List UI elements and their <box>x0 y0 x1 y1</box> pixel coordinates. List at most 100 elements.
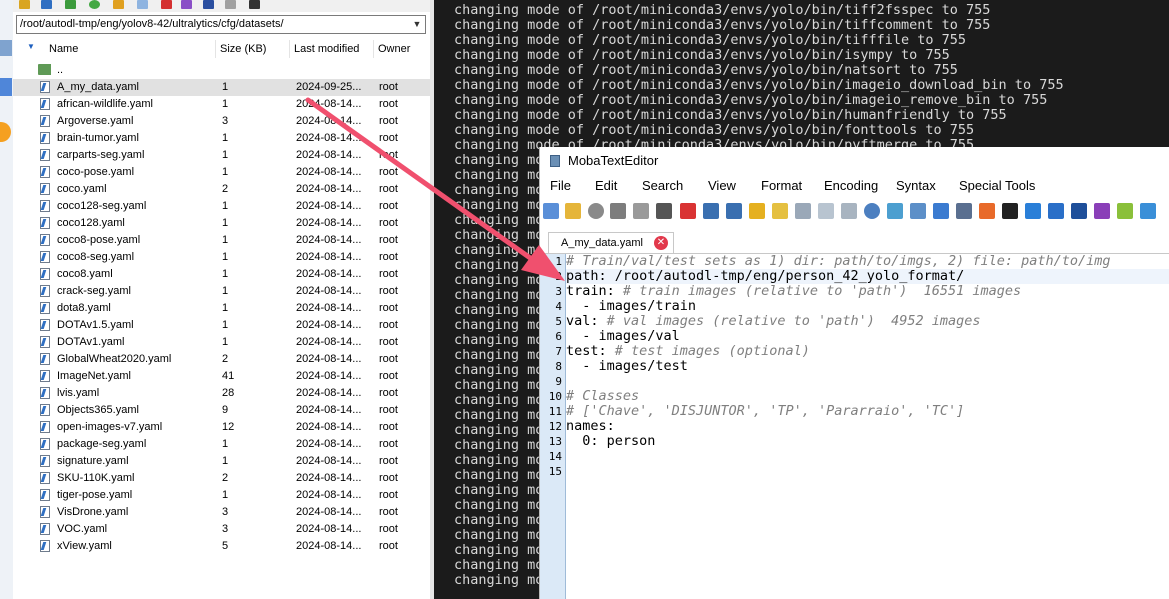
tab-a-my-data[interactable]: A_my_data.yaml ✕ <box>548 232 674 253</box>
indent-icon[interactable] <box>726 203 742 219</box>
terminal-icon[interactable] <box>249 0 260 9</box>
yaml-file-icon <box>40 421 53 434</box>
file-row[interactable]: coco8-pose.yaml 1 2024-08-14... root <box>13 232 430 249</box>
file-row[interactable]: VisDrone.yaml 3 2024-08-14... root <box>13 504 430 521</box>
save-all-icon[interactable] <box>633 203 649 219</box>
gear-icon[interactable] <box>1140 203 1156 219</box>
file-row[interactable]: open-images-v7.yaml 12 2024-08-14... root <box>13 419 430 436</box>
bookmark-icon[interactable] <box>749 203 765 219</box>
new-file-icon[interactable] <box>543 203 559 219</box>
word-wrap-icon[interactable] <box>1048 203 1064 219</box>
column-name[interactable]: Name <box>45 40 216 58</box>
rename-icon[interactable] <box>181 0 192 9</box>
editor-title-bar[interactable]: MobaTextEditor <box>540 147 1169 175</box>
file-row[interactable]: ImageNet.yaml 41 2024-08-14... root <box>13 368 430 385</box>
new-folder-icon[interactable] <box>113 0 124 9</box>
menu-syntax[interactable]: Syntax <box>896 175 936 197</box>
compare-icon[interactable] <box>933 203 949 219</box>
settings-icon[interactable] <box>225 0 236 9</box>
print-icon[interactable] <box>656 203 672 219</box>
file-row[interactable]: xView.yaml 5 2024-08-14... root <box>13 538 430 555</box>
parent-folder-row[interactable]: .. <box>13 62 430 79</box>
terminal-line: changing mode of /root/miniconda3/envs/y… <box>454 2 991 18</box>
menu-file[interactable]: File <box>550 175 571 197</box>
menu-encoding[interactable]: Encoding <box>824 175 878 197</box>
close-icon[interactable]: ✕ <box>654 236 668 250</box>
refresh-icon[interactable] <box>89 0 100 9</box>
menu-search[interactable]: Search <box>642 175 683 197</box>
file-row[interactable]: signature.yaml 1 2024-08-14... root <box>13 453 430 470</box>
file-row[interactable]: DOTAv1.yaml 1 2024-08-14... root <box>13 334 430 351</box>
editor-tab-bar: A_my_data.yaml ✕ <box>540 229 1169 254</box>
apple-icon[interactable] <box>1025 203 1041 219</box>
pilcrow-icon[interactable] <box>1094 203 1110 219</box>
column-size[interactable]: Size (KB) <box>216 40 290 58</box>
paste-icon[interactable] <box>841 203 857 219</box>
new-file-icon[interactable] <box>137 0 148 9</box>
file-row[interactable]: VOC.yaml 3 2024-08-14... root <box>13 521 430 538</box>
strip-icon-send[interactable] <box>0 78 12 96</box>
file-row[interactable]: coco.yaml 2 2024-08-14... root <box>13 181 430 198</box>
goto-icon[interactable] <box>910 203 926 219</box>
file-row[interactable]: carparts-seg.yaml 1 2024-08-14... root <box>13 147 430 164</box>
file-row[interactable]: A_my_data.yaml 1 2024-09-25... root <box>13 79 430 96</box>
star-icon[interactable] <box>772 203 788 219</box>
folder-up-icon[interactable] <box>19 0 30 9</box>
split-view-icon[interactable] <box>956 203 972 219</box>
menu-special-tools[interactable]: Special Tools <box>959 175 1035 197</box>
copy-icon[interactable] <box>818 203 834 219</box>
windows-icon[interactable] <box>979 203 995 219</box>
save-icon[interactable] <box>610 203 626 219</box>
file-size: 41 <box>222 370 235 382</box>
file-row[interactable]: dota8.yaml 1 2024-08-14... root <box>13 300 430 317</box>
bookmark-icon[interactable] <box>203 0 214 9</box>
cut-icon[interactable] <box>795 203 811 219</box>
file-row[interactable]: brain-tumor.yaml 1 2024-08-14... root <box>13 130 430 147</box>
menu-format[interactable]: Format <box>761 175 802 197</box>
strip-icon-orange[interactable] <box>0 122 11 142</box>
chevron-down-icon[interactable]: ▼ <box>409 16 425 33</box>
file-row[interactable]: tiger-pose.yaml 1 2024-08-14... root <box>13 487 430 504</box>
file-row[interactable]: coco128-seg.yaml 1 2024-08-14... root <box>13 198 430 215</box>
upload-icon[interactable] <box>65 0 76 9</box>
terminal-line-partial: changing mo <box>454 152 544 168</box>
download-icon[interactable] <box>41 0 52 9</box>
file-row[interactable]: lvis.yaml 28 2024-08-14... root <box>13 385 430 402</box>
close-icon[interactable] <box>680 203 696 219</box>
file-row[interactable]: GlobalWheat2020.yaml 2 2024-08-14... root <box>13 351 430 368</box>
strip-icon-upload[interactable] <box>0 40 12 56</box>
open-folder-icon[interactable] <box>565 203 581 219</box>
column-owner[interactable]: Owner <box>374 40 428 58</box>
file-row[interactable]: coco128.yaml 1 2024-08-14... root <box>13 215 430 232</box>
file-row[interactable]: crack-seg.yaml 1 2024-08-14... root <box>13 283 430 300</box>
file-row[interactable]: african-wildlife.yaml 1 2024-08-14... root <box>13 96 430 113</box>
find-icon[interactable] <box>864 203 880 219</box>
file-row[interactable]: SKU-110K.yaml 2 2024-08-14... root <box>13 470 430 487</box>
file-row[interactable]: package-seg.yaml 1 2024-08-14... root <box>13 436 430 453</box>
reload-icon[interactable] <box>588 203 604 219</box>
file-row[interactable]: Argoverse.yaml 3 2024-08-14... root <box>13 113 430 130</box>
file-modified: 2024-08-14... <box>296 183 362 195</box>
replace-icon[interactable] <box>887 203 903 219</box>
sort-down-icon[interactable]: ▼ <box>27 42 35 51</box>
linux-icon[interactable] <box>1002 203 1018 219</box>
file-row[interactable]: coco8.yaml 1 2024-08-14... root <box>13 266 430 283</box>
file-name: coco128.yaml <box>57 217 125 229</box>
file-size: 1 <box>222 438 229 450</box>
delete-icon[interactable] <box>161 0 172 9</box>
file-row[interactable]: coco-pose.yaml 1 2024-08-14... root <box>13 164 430 181</box>
column-mode-icon[interactable] <box>1071 203 1087 219</box>
file-owner: root <box>379 319 398 331</box>
column-last-modified[interactable]: Last modified <box>290 40 374 58</box>
file-size: 3 <box>222 115 229 127</box>
menu-view[interactable]: View <box>708 175 736 197</box>
menu-edit[interactable]: Edit <box>595 175 617 197</box>
highlight-icon[interactable] <box>1117 203 1133 219</box>
file-row[interactable]: Objects365.yaml 9 2024-08-14... root <box>13 402 430 419</box>
file-row[interactable]: DOTAv1.5.yaml 1 2024-08-14... root <box>13 317 430 334</box>
file-row[interactable]: coco8-seg.yaml 1 2024-08-14... root <box>13 249 430 266</box>
unindent-icon[interactable] <box>703 203 719 219</box>
path-input[interactable]: /root/autodl-tmp/eng/yolov8-42/ultralyti… <box>16 15 426 34</box>
terminal-line-partial: changing mo <box>454 242 544 258</box>
code-area[interactable]: # Train/val/test sets as 1) dir: path/to… <box>566 254 1169 599</box>
